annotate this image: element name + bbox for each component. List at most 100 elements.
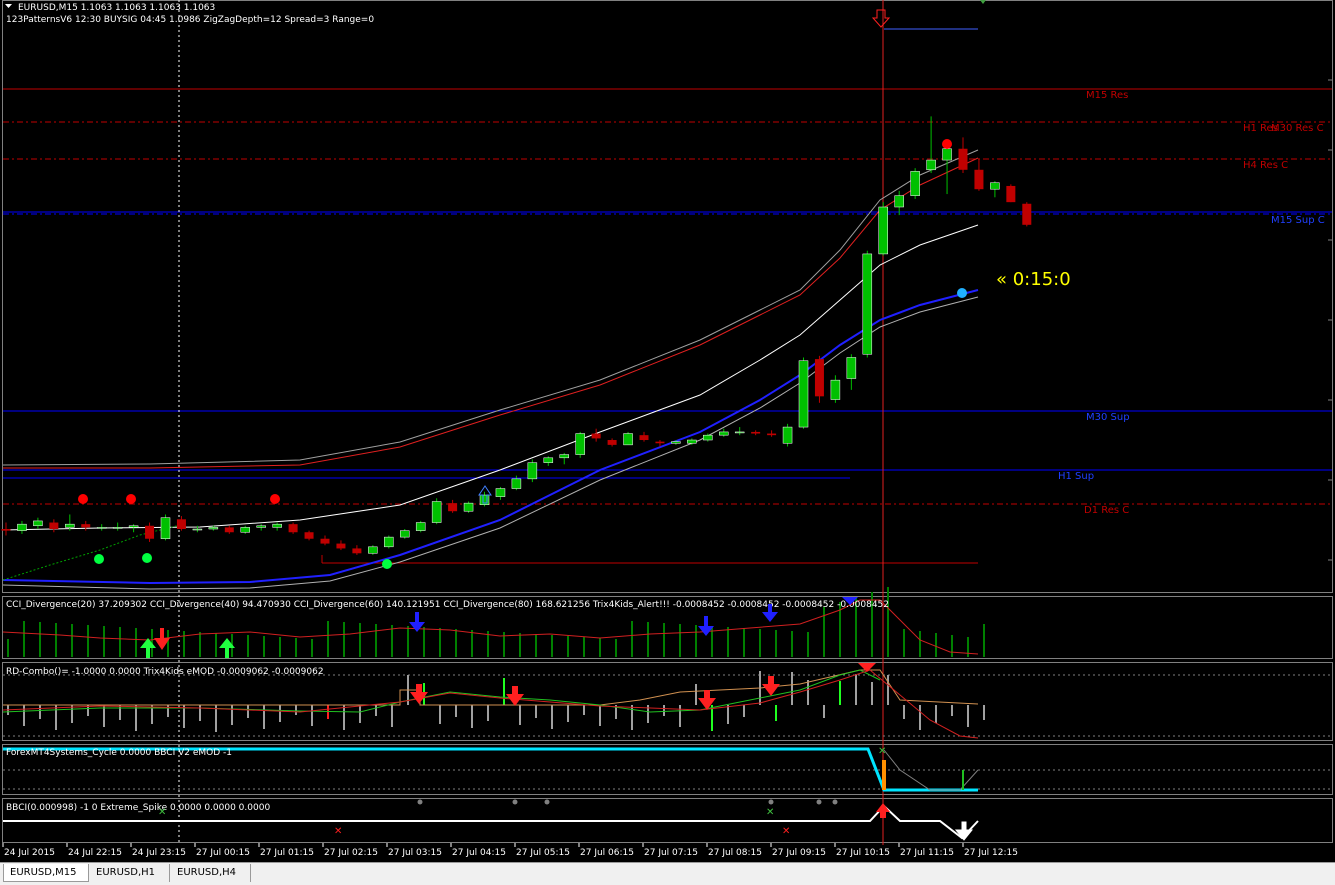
candle-bull <box>384 536 394 548</box>
down-arrow-icon <box>871 9 891 28</box>
tab-eurusd-m15[interactable]: EURUSD,M15 <box>3 864 89 882</box>
time-label: 24 Jul 22:15 <box>68 848 122 858</box>
level-label-m30-sup: M30 Sup <box>1086 412 1130 423</box>
rd-pane-label: RD-Combo()= -1.0000 0.0000 Trix4Kids eMO… <box>6 667 324 677</box>
candle-bear <box>958 148 968 170</box>
level-label-m15-sup-c: M15 Sup C <box>1271 215 1325 226</box>
candle-bear <box>1 529 11 531</box>
level-label-h1-sup: H1 Sup <box>1058 471 1094 482</box>
candle-bull <box>463 502 474 512</box>
candle-bull <box>623 433 633 446</box>
time-label: 24 Jul 23:15 <box>132 848 186 858</box>
candle-bull <box>192 528 203 531</box>
candle-bear <box>336 543 346 549</box>
time-label: 27 Jul 08:15 <box>708 848 762 858</box>
chart-tabs-bar: EURUSD,M15 EURUSD,H1 EURUSD,H4 <box>0 862 1335 885</box>
time-label: 27 Jul 00:15 <box>196 848 250 858</box>
level-label-h4-res-c: H4 Res C <box>1243 160 1288 171</box>
ma-mid-white <box>2 224 979 531</box>
candle-bear <box>448 503 458 512</box>
rd-histogram <box>7 671 985 732</box>
candle-bear <box>1006 185 1016 203</box>
current-dot <box>957 288 967 298</box>
candle-bull <box>240 527 250 533</box>
arrow-down-icon <box>410 684 428 704</box>
candle-bull <box>894 195 904 208</box>
buy-dot <box>382 559 392 569</box>
time-label: 27 Jul 09:15 <box>772 848 826 858</box>
bar-timer: « 0:15:0 <box>996 269 1071 290</box>
candle-bear <box>81 524 91 528</box>
cci-pane-label: CCI_Divergence(20) 37.209302 CCI_Diverge… <box>6 600 889 610</box>
time-label: 27 Jul 10:15 <box>836 848 890 858</box>
candle-bull <box>543 457 554 463</box>
candle-bull <box>734 431 745 434</box>
arrow-down-icon <box>762 676 780 696</box>
candle-bear <box>1022 203 1032 225</box>
pane-frames <box>2 0 1333 843</box>
time-axis: 24 Jul 2015 24 Jul 22:15 24 Jul 23:15 27 Ju… <box>2 843 1018 858</box>
candle-bull <box>431 501 442 523</box>
candle-bull <box>559 454 569 459</box>
candle-bull <box>400 530 410 538</box>
candle-bull <box>495 488 506 497</box>
candle-bull <box>527 462 538 480</box>
level-label-m30-res-c: M30 Res C <box>1271 123 1324 134</box>
candle-bull <box>862 253 873 355</box>
candlesticks <box>1 116 1032 555</box>
ma-upper-red <box>3 157 979 469</box>
cross-icon: ✕ <box>878 746 886 757</box>
candle-bear <box>320 538 330 544</box>
candle-bear <box>974 169 984 190</box>
time-label: 24 Jul 2015 <box>4 848 55 858</box>
indicator-header: 123PatternsV6 12:30 BUYSIG 04:45 1.0986 … <box>6 15 374 25</box>
candle-bear <box>288 524 298 533</box>
candle-bull <box>671 441 681 444</box>
arrow-up-icon <box>876 803 890 818</box>
time-label: 27 Jul 11:15 <box>900 848 954 858</box>
sell-dot <box>270 494 280 504</box>
trading-chart[interactable]: M15 Res H1 Res M30 Res C H4 Res C M15 Su… <box>0 0 1335 885</box>
sell-dot <box>126 494 136 504</box>
candle-bear <box>176 519 186 530</box>
candle-bull <box>575 433 585 455</box>
candle-bull <box>719 431 729 436</box>
top-diamond-icon <box>980 0 986 4</box>
candle-bear <box>767 433 777 436</box>
arrow-down-icon <box>954 821 974 841</box>
candle-bear <box>224 527 234 533</box>
candle-bull <box>878 206 888 255</box>
level-labels: M15 Res H1 Res M30 Res C H4 Res C M15 Su… <box>1058 90 1325 516</box>
candle-bear <box>639 435 649 441</box>
time-label: 27 Jul 05:15 <box>516 848 570 858</box>
tab-eurusd-h1[interactable]: EURUSD,H1 <box>90 864 170 882</box>
candle-bull <box>208 527 219 530</box>
cycle-pane-label: ForexMT4Systems_Cycle 0.0000 BBCI V2 eMO… <box>6 748 232 758</box>
time-label: 27 Jul 03:15 <box>388 848 442 858</box>
rd-red-line <box>2 669 979 739</box>
candle-bull <box>687 439 697 444</box>
cycle-pane: ForexMT4Systems_Cycle 0.0000 BBCI V2 eMO… <box>3 746 1332 792</box>
candle-bull <box>65 523 75 528</box>
candle-bull <box>798 360 809 428</box>
level-lines <box>3 28 1332 564</box>
candle-bull <box>160 517 171 539</box>
candle-bear <box>49 522 59 530</box>
candle-bull <box>128 525 139 528</box>
cross-icon: ✕ <box>158 807 166 818</box>
candle-bear <box>304 532 314 539</box>
tab-eurusd-h4[interactable]: EURUSD,H4 <box>171 864 251 882</box>
time-label: 27 Jul 02:15 <box>324 848 378 858</box>
time-label: 27 Jul 07:15 <box>644 848 698 858</box>
candle-bear <box>145 525 155 539</box>
candle-bull <box>910 171 920 196</box>
cross-icon: ✕ <box>782 826 790 837</box>
level-label-d1-res-c: D1 Res C <box>1084 505 1129 516</box>
candle-bull <box>990 182 1000 190</box>
bbci-pane: BBCI(0.000998) -1 0 Extreme_Spike 0.0000… <box>3 799 979 841</box>
candle-bull <box>942 148 952 161</box>
time-label: 27 Jul 01:15 <box>260 848 314 858</box>
candle-bear <box>751 431 761 434</box>
candle-bull <box>272 523 282 528</box>
chart-menu-triangle-icon <box>5 4 12 8</box>
